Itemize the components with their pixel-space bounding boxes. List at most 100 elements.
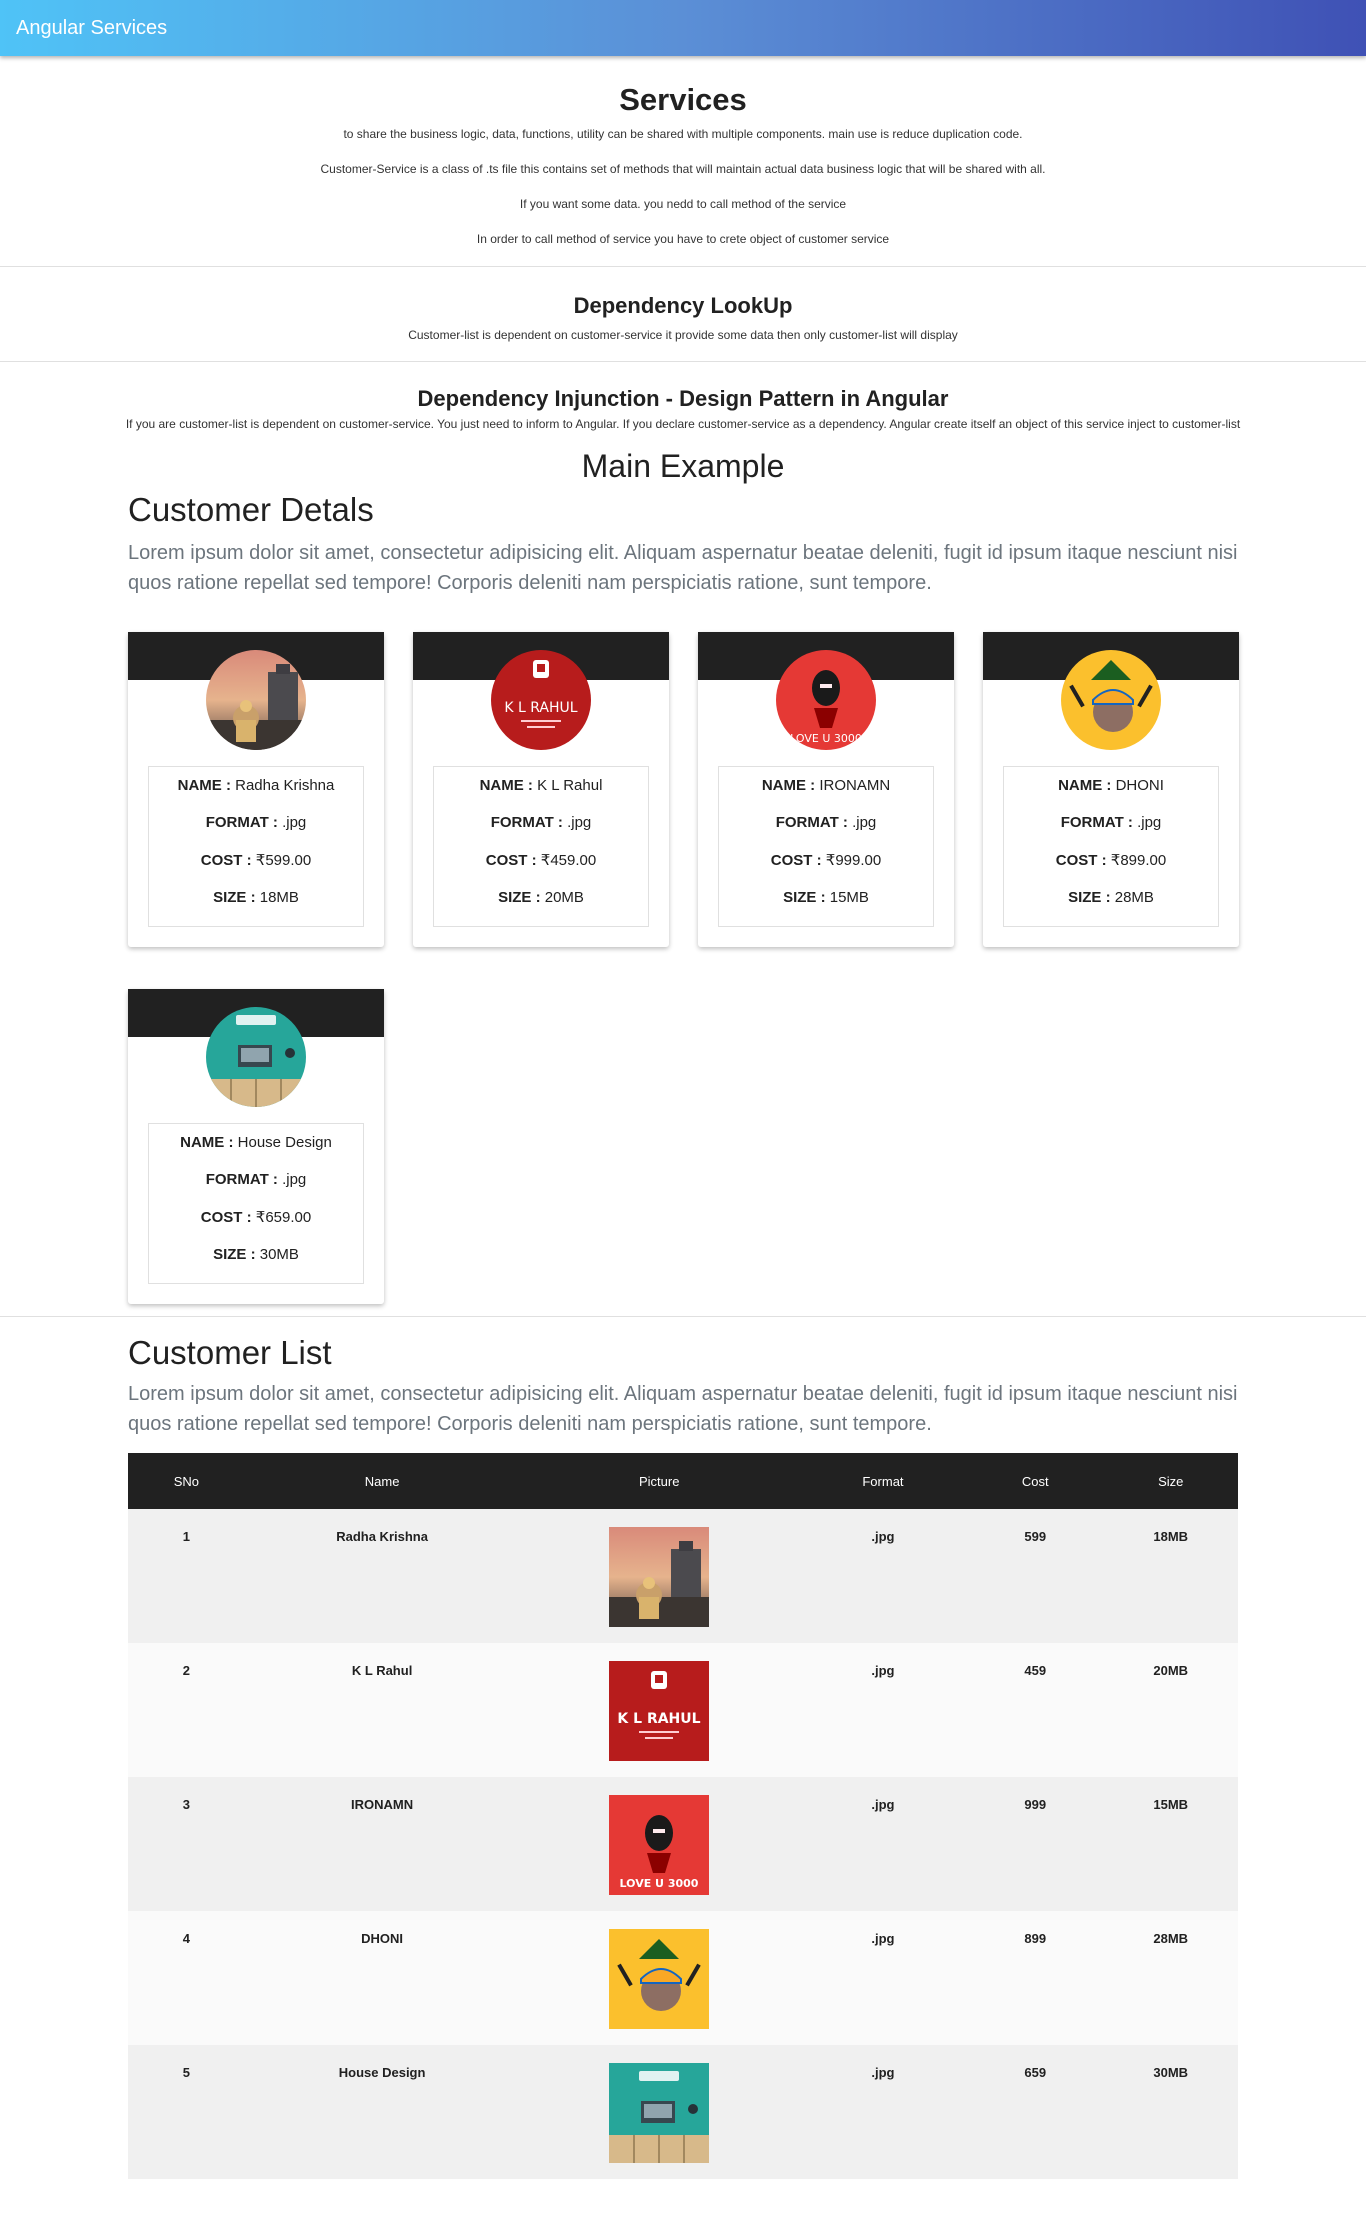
services-line-1: to share the business logic, data, funct…: [343, 127, 1023, 141]
customer-card[interactable]: NAME : House Design FORMAT : .jpg COST :…: [128, 989, 384, 1304]
house-icon: [609, 2063, 709, 2163]
ironman-icon: [609, 1795, 709, 1895]
customer-table: SNo Name Picture Format Cost Size 1 Radh…: [128, 1453, 1238, 2179]
customer-cards: NAME : Radha Krishna FORMAT : .jpg COST …: [128, 632, 1239, 1332]
column-header-format[interactable]: Format: [799, 1453, 967, 1509]
card-info: NAME : K L Rahul FORMAT : .jpg COST : ₹4…: [433, 766, 649, 927]
column-header-name[interactable]: Name: [245, 1453, 520, 1509]
row-format: .jpg: [871, 1797, 895, 1812]
row-sno: 1: [182, 1529, 190, 1544]
row-size: 30MB: [1153, 2065, 1189, 2080]
card-cost: ₹659.00: [255, 1209, 312, 1226]
injection-text: If you are customer-list is dependent on…: [125, 417, 1241, 431]
temple-icon: [609, 1527, 709, 1627]
temple-icon: [206, 650, 306, 750]
services-line-4: In order to call method of service you h…: [476, 232, 890, 246]
row-cost: 599: [1024, 1529, 1047, 1544]
main-example-title: Main Example: [581, 448, 785, 484]
row-cost: 659: [1024, 2065, 1047, 2080]
card-info: NAME : IRONAMN FORMAT : .jpg COST : ₹999…: [718, 766, 934, 927]
card-size: 20MB: [544, 889, 584, 906]
row-name: Radha Krishna: [336, 1529, 428, 1544]
services-line-3: If you want some data. you nedd to call …: [519, 197, 847, 211]
app-title[interactable]: Angular Services: [16, 17, 167, 40]
card-info: NAME : House Design FORMAT : .jpg COST :…: [148, 1123, 364, 1284]
card-cost: ₹999.00: [825, 852, 882, 869]
card-name: House Design: [237, 1134, 332, 1151]
row-cost: 999: [1024, 1797, 1047, 1812]
customer-list-section: Customer List Lorem ipsum dolor sit amet…: [128, 1331, 1238, 2179]
row-cost: 899: [1024, 1931, 1047, 1946]
row-format: .jpg: [871, 2065, 895, 2080]
row-format: .jpg: [871, 1931, 895, 1946]
card-format: .jpg: [1137, 814, 1162, 831]
row-sno: 5: [182, 2065, 190, 2080]
column-header-picture[interactable]: Picture: [520, 1453, 799, 1509]
card-format: .jpg: [282, 1171, 307, 1188]
lookup-section: Dependency LookUp Customer-list is depen…: [0, 267, 1366, 361]
customer-card[interactable]: NAME : K L Rahul FORMAT : .jpg COST : ₹4…: [413, 632, 669, 947]
row-sno: 4: [182, 1931, 190, 1946]
card-name: DHONI: [1115, 777, 1164, 794]
kl-rahul-icon: [609, 1661, 709, 1761]
row-size: 18MB: [1153, 1529, 1189, 1544]
row-name: DHONI: [361, 1931, 404, 1946]
customer-card[interactable]: NAME : IRONAMN FORMAT : .jpg COST : ₹999…: [698, 632, 954, 947]
table-row[interactable]: 5 House Design .jpg 659 30MB: [128, 2045, 1238, 2179]
row-size: 15MB: [1153, 1797, 1189, 1812]
lookup-title: Dependency LookUp: [573, 293, 793, 318]
row-sno: 3: [182, 1797, 190, 1812]
customer-list-text: Lorem ipsum dolor sit amet, consectetur …: [128, 1383, 1238, 1435]
card-name: K L Rahul: [537, 777, 603, 794]
row-size: 20MB: [1153, 1663, 1189, 1678]
customer-card[interactable]: NAME : DHONI FORMAT : .jpg COST : ₹899.0…: [983, 632, 1239, 947]
table-header-row: SNo Name Picture Format Cost Size: [128, 1453, 1238, 1509]
table-row[interactable]: 1 Radha Krishna .jpg 599 18MB: [128, 1509, 1238, 1643]
row-format: .jpg: [871, 1663, 895, 1678]
table-row[interactable]: 3 IRONAMN .jpg 999 15MB: [128, 1777, 1238, 1911]
injection-section: Dependency Injunction - Design Pattern i…: [0, 362, 1366, 486]
lookup-text: Customer-list is dependent on customer-s…: [408, 328, 958, 342]
services-section: Services to share the business logic, da…: [0, 56, 1366, 262]
row-name: House Design: [338, 2065, 426, 2080]
customer-list-title: Customer List: [128, 1334, 332, 1371]
kl-rahul-icon: [491, 650, 591, 750]
column-header-size[interactable]: Size: [1103, 1453, 1238, 1509]
row-name: IRONAMN: [351, 1797, 414, 1812]
row-cost: 459: [1024, 1663, 1047, 1678]
card-info: NAME : Radha Krishna FORMAT : .jpg COST …: [148, 766, 364, 927]
services-title: Services: [619, 82, 747, 117]
card-format: .jpg: [852, 814, 877, 831]
card-format: .jpg: [282, 814, 307, 831]
customer-card[interactable]: NAME : Radha Krishna FORMAT : .jpg COST …: [128, 632, 384, 947]
customer-details-text: Lorem ipsum dolor sit amet, consectetur …: [128, 542, 1238, 594]
ironman-icon: [776, 650, 876, 750]
row-sno: 2: [182, 1663, 190, 1678]
card-cost: ₹899.00: [1110, 852, 1167, 869]
row-format: .jpg: [871, 1529, 895, 1544]
table-row[interactable]: 4 DHONI .jpg 899 28MB: [128, 1911, 1238, 2045]
house-icon: [206, 1007, 306, 1107]
card-cost: ₹459.00: [540, 852, 597, 869]
dhoni-icon: [609, 1929, 709, 2029]
card-size: 18MB: [259, 889, 299, 906]
column-header-sno[interactable]: SNo: [128, 1453, 245, 1509]
card-format: .jpg: [567, 814, 592, 831]
services-line-2: Customer-Service is a class of .ts file …: [320, 162, 1046, 176]
customer-details-title: Customer Detals: [128, 491, 374, 528]
injection-title: Dependency Injunction - Design Pattern i…: [417, 386, 949, 411]
card-name: Radha Krishna: [235, 777, 335, 794]
dhoni-icon: [1061, 650, 1161, 750]
card-cost: ₹599.00: [255, 852, 312, 869]
card-info: NAME : DHONI FORMAT : .jpg COST : ₹899.0…: [1003, 766, 1219, 927]
row-size: 28MB: [1153, 1931, 1189, 1946]
customer-details-section: Customer Detals Lorem ipsum dolor sit am…: [128, 488, 1239, 1332]
card-name: IRONAMN: [819, 777, 891, 794]
app-toolbar: Angular Services: [0, 0, 1366, 56]
card-size: 28MB: [1114, 889, 1154, 906]
table-row[interactable]: 2 K L Rahul .jpg 459 20MB: [128, 1643, 1238, 1777]
card-size: 15MB: [829, 889, 869, 906]
column-header-cost[interactable]: Cost: [967, 1453, 1103, 1509]
card-size: 30MB: [259, 1246, 299, 1263]
row-name: K L Rahul: [351, 1663, 413, 1678]
